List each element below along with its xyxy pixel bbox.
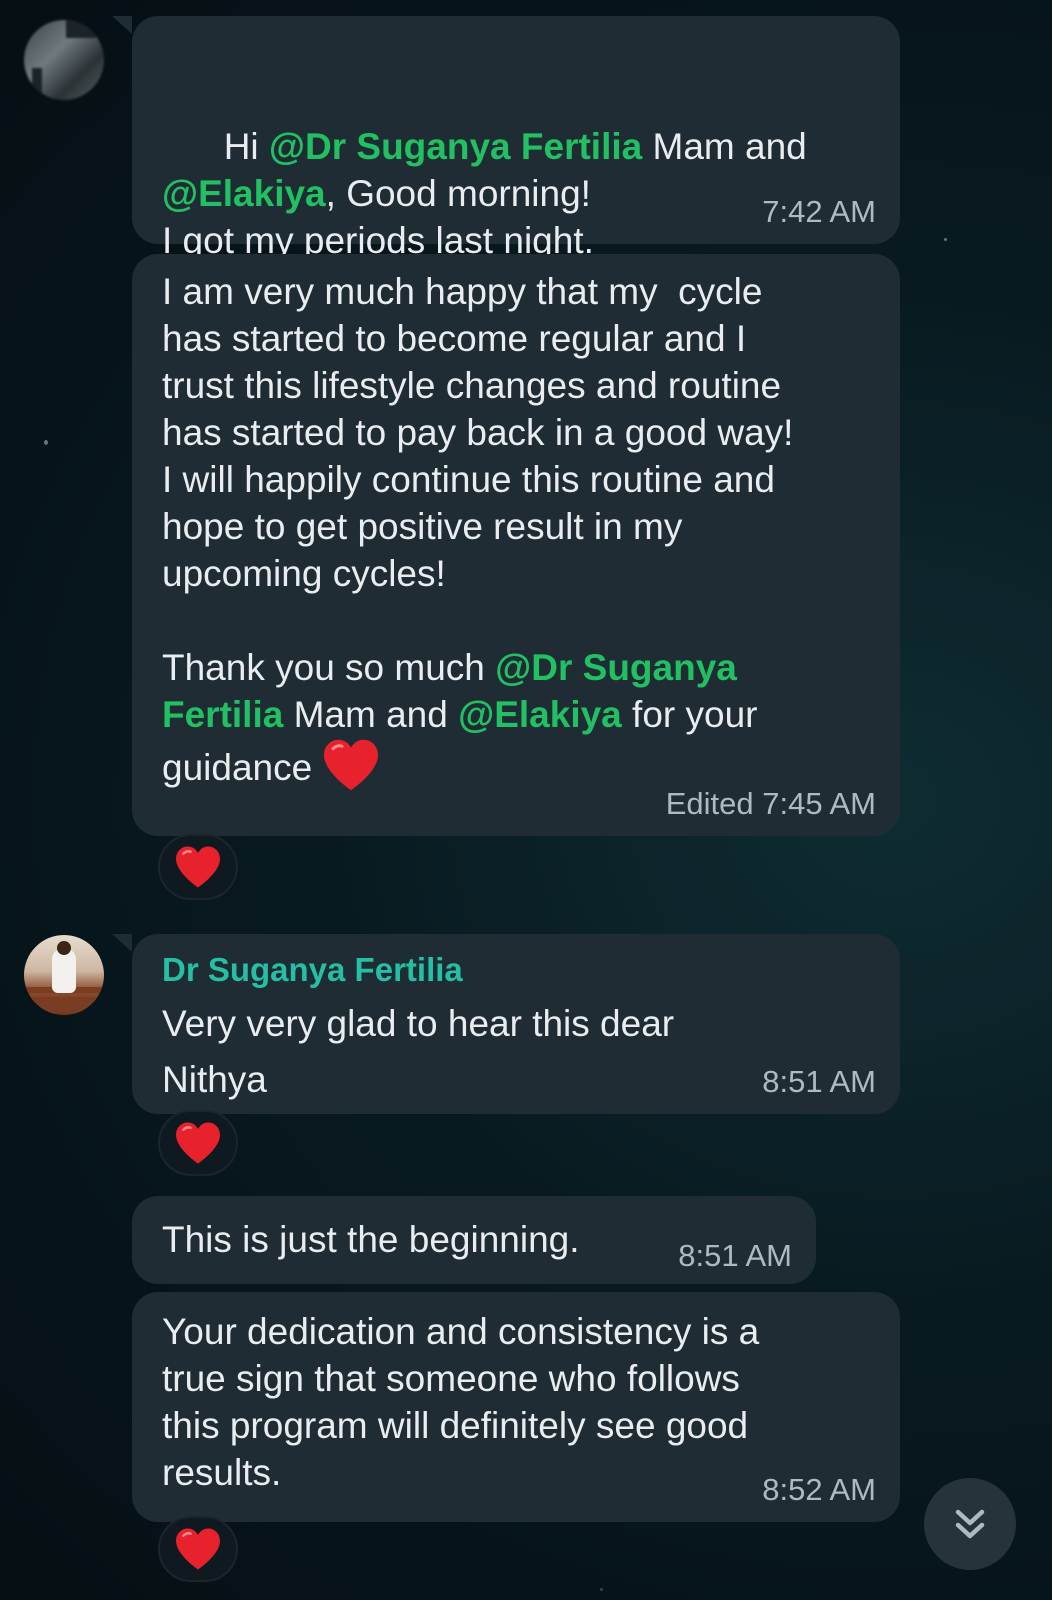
message-text: I am very much happy that my cycle has s… <box>162 268 872 792</box>
double-chevron-down-icon <box>955 1509 985 1539</box>
mention-link[interactable]: @Dr Suganya Fertilia <box>269 126 642 167</box>
background-speck <box>600 1588 603 1591</box>
heart-reaction-icon <box>176 1122 220 1164</box>
message-text-segment: Mam and <box>652 126 807 167</box>
reaction-badge[interactable] <box>158 1110 238 1176</box>
message-timestamp: 7:42 AM <box>762 194 876 229</box>
heart-emoji-icon <box>324 739 379 791</box>
message-timestamp: 8:51 AM <box>678 1238 792 1273</box>
sender-avatar[interactable] <box>24 20 104 100</box>
message-bubble[interactable]: I am very much happy that my cycle has s… <box>132 254 900 836</box>
scroll-to-bottom-button[interactable] <box>924 1478 1016 1570</box>
message-timestamp: 8:52 AM <box>762 1472 876 1507</box>
reaction-badge[interactable] <box>158 1516 238 1582</box>
message-timestamp: 8:51 AM <box>762 1064 876 1099</box>
doctor-avatar[interactable] <box>24 935 104 1015</box>
heart-reaction-icon <box>176 846 220 888</box>
message-bubble[interactable]: Hi @Dr Suganya Fertilia Mam and @Elakiya… <box>132 16 900 261</box>
mention-link[interactable]: @Elakiya <box>458 694 622 735</box>
mention-link[interactable]: @Elakiya <box>162 173 326 214</box>
heart-reaction-icon <box>176 1528 220 1570</box>
message-bubble[interactable]: Dr Suganya Fertilia Very very glad to he… <box>132 934 900 1114</box>
message-timestamp: Edited 7:45 AM <box>665 786 876 821</box>
background-speck <box>944 238 947 241</box>
message-text-segment: Hi <box>223 126 269 167</box>
bubble-tail <box>112 934 132 952</box>
chat-area: Hi @Dr Suganya Fertilia Mam and @Elakiya… <box>0 0 1052 1600</box>
message-text: Your dedication and consistency is a tru… <box>162 1311 760 1493</box>
message-bubble[interactable]: This is just the beginning. 8:51 AM <box>132 1196 816 1284</box>
background-speck <box>44 440 48 445</box>
reaction-badge[interactable] <box>158 834 238 900</box>
message-bubble[interactable]: Your dedication and consistency is a tru… <box>132 1292 900 1522</box>
sender-name[interactable]: Dr Suganya Fertilia <box>162 950 872 990</box>
message-text-segment: I am very much happy that my cycle has s… <box>162 271 794 688</box>
message-text-segment: Mam and <box>283 694 459 735</box>
bubble-tail <box>112 16 132 34</box>
